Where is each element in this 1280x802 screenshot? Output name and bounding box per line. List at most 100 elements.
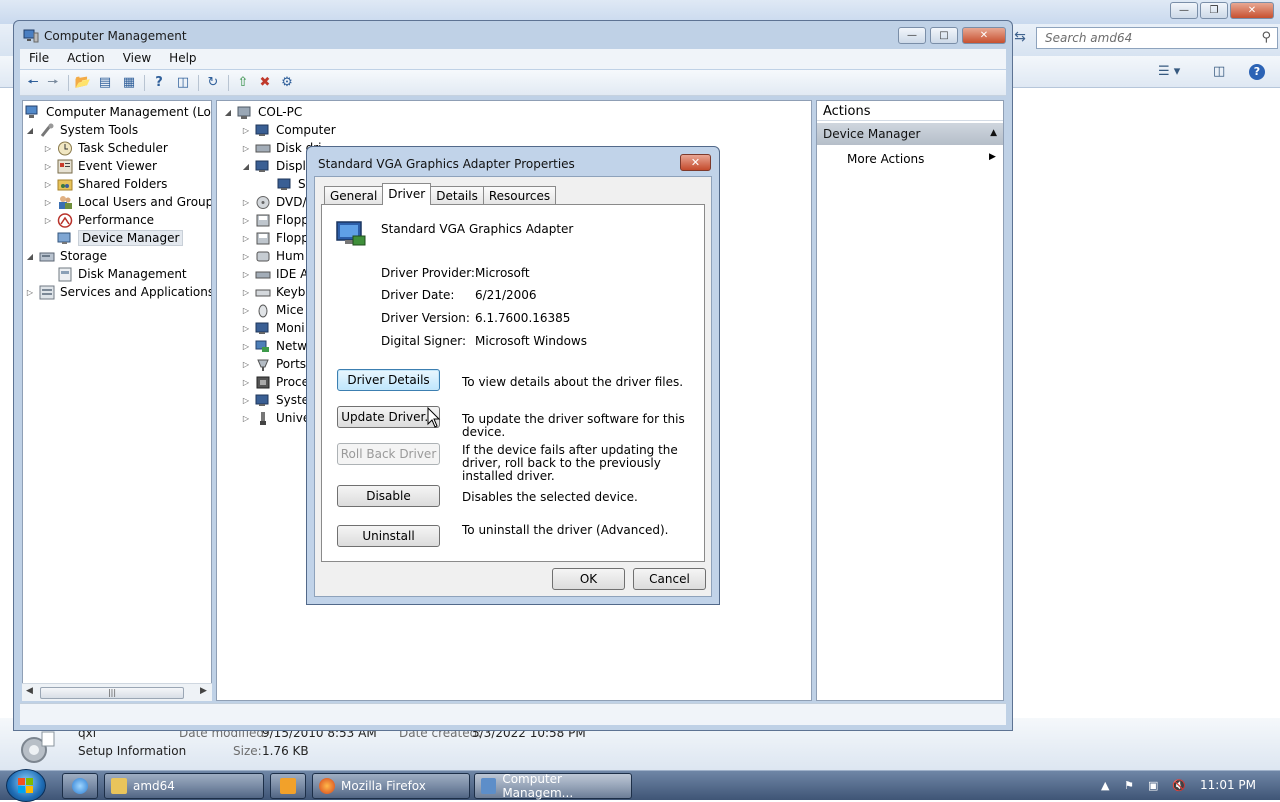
taskbar-item-computer-management[interactable]: Computer Managem... (474, 772, 632, 800)
tree-item-storage[interactable]: ◢ Storage (25, 247, 107, 265)
scroll-left-arrow-icon[interactable]: ◀ (26, 686, 33, 696)
cm-maximize-button[interactable]: □ (930, 27, 958, 44)
uninstall-button[interactable]: Uninstall (337, 525, 440, 547)
expand-arrow-icon[interactable]: ▷ (241, 324, 251, 333)
device-category[interactable]: ▷ DVD/ (241, 193, 307, 211)
preview-pane-icon[interactable]: ◫ (1213, 64, 1225, 79)
tree-item-event-viewer[interactable]: ▷ Event Viewer (43, 157, 157, 175)
export-list-icon[interactable]: ▦ (120, 74, 138, 92)
device-category[interactable]: ▷ Hum (241, 247, 304, 265)
menu-view[interactable]: View (114, 49, 160, 69)
view-options-icon[interactable]: ☰ ▾ (1158, 64, 1180, 79)
collapse-arrow-icon[interactable]: ◢ (25, 252, 35, 261)
expand-arrow-icon[interactable]: ▷ (241, 126, 251, 135)
device-properties-icon[interactable]: ⚙ (278, 74, 296, 92)
expand-arrow-icon[interactable]: ▷ (241, 288, 251, 297)
tab-resources[interactable]: Resources (482, 186, 557, 205)
expand-arrow-icon[interactable]: ▷ (43, 162, 53, 171)
device-category[interactable]: ▷ Netw (241, 337, 307, 355)
taskbar-item-firefox[interactable]: Mozilla Firefox (312, 773, 470, 799)
expand-arrow-icon[interactable]: ▷ (241, 252, 251, 261)
device-category[interactable]: ▷ Unive (241, 409, 310, 427)
menu-file[interactable]: File (20, 49, 58, 69)
tree-item-device-manager[interactable]: Device Manager (57, 229, 184, 247)
expand-arrow-icon[interactable]: ▷ (241, 378, 251, 387)
expand-arrow-icon[interactable]: ▷ (241, 216, 251, 225)
up-folder-icon[interactable]: 📂 (74, 74, 92, 92)
device-category[interactable]: ▷ Mice (241, 301, 304, 319)
cm-close-button[interactable]: ✕ (962, 27, 1006, 44)
actions-section-device-manager[interactable]: Device Manager ▲ (817, 123, 1003, 145)
device-category[interactable]: ▷ Moni (241, 319, 305, 337)
expand-arrow-icon[interactable]: ▷ (241, 342, 251, 351)
forward-arrow-icon[interactable]: 🠖 (44, 74, 62, 92)
scroll-thumb[interactable]: ||| (40, 687, 184, 699)
start-button[interactable] (6, 769, 46, 802)
device-category[interactable]: ◢ Displa (241, 157, 313, 175)
help-icon[interactable]: ? (150, 74, 168, 92)
show-hide-tree-icon[interactable]: ▤ (96, 74, 114, 92)
menu-action[interactable]: Action (58, 49, 114, 69)
device-category[interactable]: ▷ Ports (241, 355, 306, 373)
search-input[interactable]: Search amd64 ⚲ (1036, 27, 1278, 49)
roll-back-driver-button[interactable]: Roll Back Driver (337, 443, 440, 465)
tree-horizontal-scrollbar[interactable]: ◀ ||| ▶ (22, 683, 212, 701)
taskbar-item-amd64[interactable]: amd64 (104, 773, 264, 799)
device-category[interactable]: ▷ Keyb (241, 283, 305, 301)
tree-item-disk-management[interactable]: Disk Management (57, 265, 187, 283)
dialog-close-button[interactable]: ✕ (680, 154, 711, 171)
collapse-arrow-icon[interactable]: ◢ (241, 162, 251, 171)
device-category[interactable]: ▷ Flopp (241, 229, 309, 247)
cancel-button[interactable]: Cancel (633, 568, 706, 590)
expand-arrow-icon[interactable]: ▷ (25, 288, 35, 297)
driver-details-button[interactable]: Driver Details (337, 369, 440, 391)
back-arrow-icon[interactable]: 🠔 (24, 74, 42, 92)
expand-arrow-icon[interactable]: ▷ (241, 144, 251, 153)
scan-hardware-icon[interactable]: ↻ (204, 74, 222, 92)
expand-arrow-icon[interactable]: ▷ (241, 198, 251, 207)
action-pane-icon[interactable]: ◫ (174, 74, 192, 92)
close-button[interactable]: ✕ (1230, 2, 1274, 19)
device-category[interactable]: ▷ Computer (241, 121, 336, 139)
tree-item-local-users[interactable]: ▷ Local Users and Groups (43, 193, 211, 211)
expand-arrow-icon[interactable]: ▷ (241, 414, 251, 423)
more-actions-item[interactable]: More Actions (847, 152, 924, 166)
expand-arrow-icon[interactable]: ▷ (241, 234, 251, 243)
expand-arrow-icon[interactable]: ▷ (241, 306, 251, 315)
expand-arrow-icon[interactable]: ▷ (43, 144, 53, 153)
collapse-up-icon[interactable]: ▲ (990, 128, 997, 138)
show-hidden-icons-arrow[interactable]: ▲ (1101, 779, 1109, 792)
tree-item-shared-folders[interactable]: ▷ Shared Folders (43, 175, 167, 193)
restore-button[interactable]: ❐ (1200, 2, 1228, 19)
tree-item-services[interactable]: ▷ Services and Applications (25, 283, 211, 301)
scroll-right-arrow-icon[interactable]: ▶ (200, 686, 207, 696)
help-icon[interactable]: ? (1249, 64, 1265, 80)
media-player-taskbar-icon[interactable] (270, 773, 306, 799)
tree-item-performance[interactable]: ▷ Performance (43, 211, 154, 229)
search-icon[interactable]: ⚲ (1261, 30, 1271, 45)
disable-button[interactable]: Disable (337, 485, 440, 507)
expand-arrow-icon[interactable]: ▷ (241, 270, 251, 279)
expand-arrow-icon[interactable]: ▷ (241, 360, 251, 369)
volume-muted-icon[interactable]: 🔇 (1172, 779, 1186, 792)
uninstall-device-icon[interactable]: ✖ (256, 74, 274, 92)
collapse-arrow-icon[interactable]: ◢ (25, 126, 35, 135)
tree-item-system-tools[interactable]: ◢ System Tools (25, 121, 138, 139)
device-root-col-pc[interactable]: ◢ COL-PC (223, 103, 302, 121)
refresh-icon[interactable]: ⇆ (1010, 29, 1030, 47)
expand-arrow-icon[interactable]: ▷ (43, 198, 53, 207)
tab-general[interactable]: General (324, 186, 384, 205)
device-category[interactable]: ▷ IDE A (241, 265, 308, 283)
expand-arrow-icon[interactable]: ▷ (43, 216, 53, 225)
device-category[interactable]: ▷ Syste (241, 391, 309, 409)
tree-item-task-scheduler[interactable]: ▷ Task Scheduler (43, 139, 168, 157)
ok-button[interactable]: OK (552, 568, 625, 590)
update-driver-icon[interactable]: ⇧ (234, 74, 252, 92)
expand-arrow-icon[interactable]: ▷ (43, 180, 53, 189)
menu-help[interactable]: Help (160, 49, 205, 69)
update-driver-button[interactable]: Update Driver... (337, 406, 440, 428)
minimize-button[interactable]: — (1170, 2, 1198, 19)
tab-driver[interactable]: Driver (382, 183, 432, 205)
action-center-flag-icon[interactable]: ⚑ (1124, 779, 1134, 792)
cm-titlebar[interactable]: Computer Management — □ ✕ (14, 21, 1012, 49)
